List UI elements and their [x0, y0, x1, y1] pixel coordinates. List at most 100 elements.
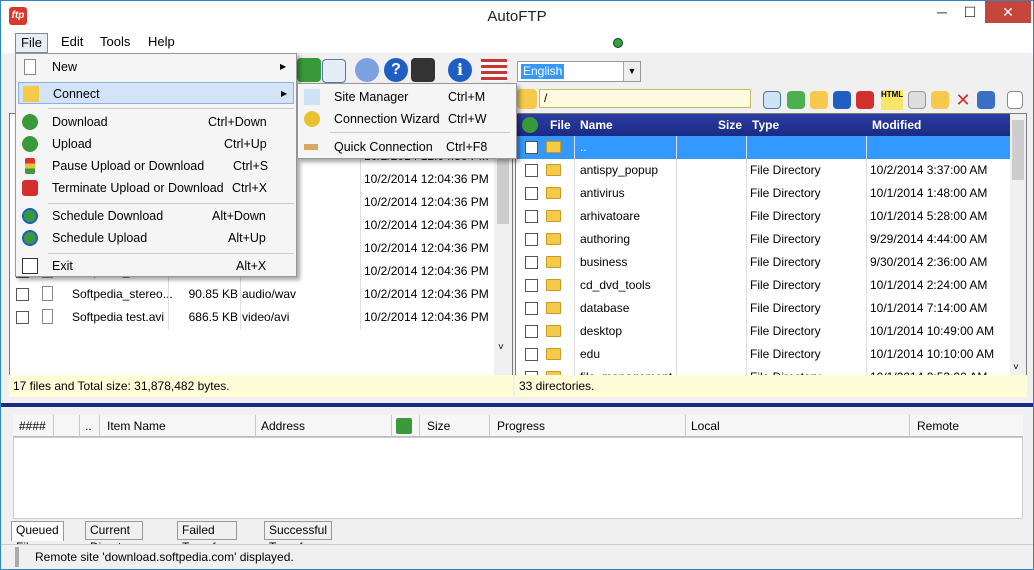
- menu-help[interactable]: Help: [148, 34, 175, 49]
- file-name: Softpedia_stereo...: [72, 287, 173, 301]
- table-row[interactable]: ..: [516, 136, 1010, 159]
- queue-col-size[interactable]: Size: [427, 419, 450, 433]
- col-name[interactable]: Name: [580, 118, 613, 132]
- folder-icon: [546, 164, 561, 176]
- tab-successful-transfers[interactable]: Successful Transfers: [264, 521, 333, 554]
- table-row[interactable]: antivirus File Directory 10/1/2014 1:48:00…: [516, 182, 1010, 205]
- table-row[interactable]: database File Directory 10/1/2014 7:14:00 …: [516, 297, 1010, 320]
- menu-item-upload[interactable]: Upload Ctrl+Up: [18, 133, 294, 155]
- row-checkbox[interactable]: [16, 288, 29, 301]
- open-folder-icon[interactable]: [517, 89, 537, 109]
- dir-name: edu: [580, 347, 601, 361]
- queue-col-progress[interactable]: Progress: [497, 419, 545, 433]
- remote-status: 33 directories.: [515, 375, 1027, 397]
- calendar-icon[interactable]: [322, 59, 346, 83]
- scroll-down-icon[interactable]: ˅: [1013, 362, 1019, 373]
- table-row[interactable]: Softpedia test.avi 686.5 KB video/avi 10/2/…: [10, 306, 494, 329]
- file-date: 10/2/2014 12:04:36 PM: [364, 172, 489, 186]
- menu-item-connection-wizard[interactable]: Connection Wizard Ctrl+W: [300, 108, 514, 130]
- properties-icon[interactable]: [977, 91, 995, 109]
- refresh-icon[interactable]: [297, 58, 321, 82]
- bookmark-icon[interactable]: [856, 91, 874, 109]
- row-checkbox[interactable]: [16, 311, 29, 324]
- remote-scroll-thumb[interactable]: [1012, 120, 1024, 180]
- scroll-down-icon[interactable]: ˅: [498, 342, 504, 353]
- col-file[interactable]: File: [550, 118, 571, 132]
- dir-modified: 10/1/2014 5:28:00 AM: [870, 209, 988, 223]
- menu-item-quick-connection[interactable]: Quick Connection Ctrl+F8: [300, 136, 514, 158]
- menu-item-exit[interactable]: Exit Alt+X: [18, 255, 294, 277]
- checklist-icon[interactable]: [1007, 91, 1023, 109]
- table-row[interactable]: business File Directory 9/30/2014 2:36:00 …: [516, 251, 1010, 274]
- delete-icon[interactable]: ✕: [954, 91, 972, 109]
- help-icon[interactable]: ?: [384, 58, 408, 82]
- remote-path-input[interactable]: /: [539, 89, 751, 108]
- menu-item-terminate[interactable]: Terminate Upload or Download Ctrl+X: [18, 177, 294, 199]
- row-checkbox[interactable]: [525, 164, 538, 177]
- remote-scrollbar[interactable]: ˅: [1010, 114, 1026, 376]
- menu-tools[interactable]: Tools: [100, 34, 130, 49]
- folder-up-icon[interactable]: [810, 91, 828, 109]
- up-arrow-icon[interactable]: [787, 91, 805, 109]
- queue-col-address[interactable]: Address: [261, 419, 305, 433]
- col-modified[interactable]: Modified: [872, 118, 921, 132]
- table-row[interactable]: authoring File Directory 9/29/2014 4:44:00…: [516, 228, 1010, 251]
- us-flag-icon[interactable]: [481, 59, 507, 81]
- row-checkbox[interactable]: [525, 279, 538, 292]
- queue-col-dots[interactable]: ..: [85, 419, 92, 433]
- table-row[interactable]: antispy_popup File Directory 10/2/2014 3:3…: [516, 159, 1010, 182]
- table-row[interactable]: cd_dvd_tools File Directory 10/1/2014 2:24…: [516, 274, 1010, 297]
- row-checkbox[interactable]: [525, 141, 538, 154]
- tab-queued-files[interactable]: Queued Files: [11, 521, 64, 554]
- panel-splitter[interactable]: [1, 403, 1033, 407]
- gear-icon[interactable]: [355, 58, 379, 82]
- row-checkbox[interactable]: [525, 325, 538, 338]
- row-checkbox[interactable]: [525, 210, 538, 223]
- video-camera-icon[interactable]: [411, 58, 435, 82]
- search-icon[interactable]: [763, 91, 781, 109]
- table-row[interactable]: edu File Directory 10/1/2014 10:10:00 AM: [516, 343, 1010, 366]
- dir-type: File Directory: [750, 209, 821, 223]
- folder-icon: [546, 141, 561, 153]
- menu-item-schedule-download[interactable]: Schedule Download Alt+Down: [18, 205, 294, 227]
- dir-modified: 10/1/2014 1:48:00 AM: [870, 186, 988, 200]
- col-type[interactable]: Type: [752, 118, 779, 132]
- queue-col-remote[interactable]: Remote: [917, 419, 959, 433]
- info-icon[interactable]: i: [448, 58, 472, 82]
- row-checkbox[interactable]: [525, 187, 538, 200]
- tab-failed-transfers[interactable]: Failed Transfers: [177, 521, 238, 554]
- table-row[interactable]: Softpedia_stereo... 90.85 KB audio/wav 10/2…: [10, 283, 494, 306]
- menu-item-site-manager[interactable]: Site Manager Ctrl+M: [300, 86, 514, 108]
- edit-icon[interactable]: [908, 91, 926, 109]
- dir-modified: 10/2/2014 3:37:00 AM: [870, 163, 988, 177]
- queue-col-number[interactable]: ####: [19, 419, 46, 433]
- language-select[interactable]: English ▼: [517, 61, 641, 82]
- close-button[interactable]: ✕: [985, 1, 1031, 23]
- row-checkbox[interactable]: [525, 256, 538, 269]
- upload-icon: [22, 136, 38, 152]
- table-row[interactable]: arhivatoare File Directory 10/1/2014 5:28:…: [516, 205, 1010, 228]
- tab-current-directory[interactable]: Current Directory: [85, 521, 143, 554]
- col-size[interactable]: Size: [718, 118, 742, 132]
- minimize-button[interactable]: ─: [929, 1, 955, 23]
- queue-col-local[interactable]: Local: [691, 419, 720, 433]
- menu-item-new[interactable]: New ▶: [18, 56, 294, 78]
- queue-col-item-name[interactable]: Item Name: [107, 419, 166, 433]
- row-checkbox[interactable]: [525, 233, 538, 246]
- menu-edit[interactable]: Edit: [61, 34, 83, 49]
- queue-list[interactable]: [13, 437, 1023, 519]
- sync-icon[interactable]: [833, 91, 851, 109]
- html-icon[interactable]: HTML: [881, 90, 903, 110]
- menu-file[interactable]: File: [15, 33, 48, 53]
- menu-item-schedule-upload[interactable]: Schedule Upload Alt+Up: [18, 227, 294, 249]
- row-checkbox[interactable]: [525, 348, 538, 361]
- new-folder-icon[interactable]: [931, 91, 949, 109]
- menu-item-pause[interactable]: Pause Upload or Download Ctrl+S: [18, 155, 294, 177]
- maximize-button[interactable]: ☐: [957, 1, 983, 23]
- local-status: 17 files and Total size: 31,878,482 byte…: [9, 375, 513, 397]
- table-row[interactable]: desktop File Directory 10/1/2014 10:49:00 …: [516, 320, 1010, 343]
- chevron-down-icon[interactable]: ▼: [623, 62, 640, 81]
- row-checkbox[interactable]: [525, 302, 538, 315]
- menu-item-connect[interactable]: Connect ▶: [18, 82, 294, 104]
- menu-item-download[interactable]: Download Ctrl+Down: [18, 111, 294, 133]
